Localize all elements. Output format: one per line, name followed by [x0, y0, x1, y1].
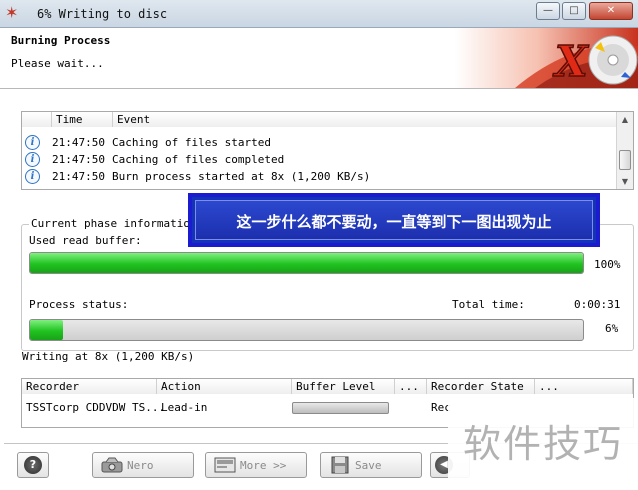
buffer-label: Used read buffer:	[29, 234, 142, 247]
window-title: 6% Writing to disc	[37, 7, 168, 21]
nero-logo: X	[455, 28, 638, 88]
info-icon: i	[25, 152, 40, 167]
info-icon: i	[25, 169, 40, 184]
phase-group-label: Current phase information	[29, 217, 199, 230]
rec-header-state[interactable]: Recorder State	[427, 379, 535, 394]
more-options-icon	[214, 457, 236, 473]
status-line: Writing at 8x (1,200 KB/s)	[22, 350, 195, 363]
nero-button-label: Nero	[127, 459, 154, 472]
instruction-overlay: 这一步什么都不要动，一直等到下一图出现为止	[188, 193, 600, 247]
scroll-down-icon[interactable]: ▼	[617, 174, 633, 189]
scroll-thumb[interactable]	[619, 150, 631, 170]
buffer-progress-bar	[29, 252, 584, 274]
rec-header-recorder[interactable]: Recorder	[22, 379, 157, 394]
log-time: 21:47:50	[52, 170, 105, 183]
save-button-label: Save	[355, 459, 382, 472]
total-time-label: Total time:	[452, 298, 525, 311]
watermark: 软件技巧	[448, 398, 638, 490]
log-header-event[interactable]: Event	[113, 112, 617, 127]
scroll-up-icon[interactable]: ▲	[617, 112, 633, 127]
close-button[interactable]: ✕	[589, 2, 633, 20]
process-progress-bar	[29, 319, 584, 341]
maximize-icon: □	[569, 5, 579, 16]
nero-flame-icon: ✶	[5, 3, 19, 22]
log-event: Caching of files started	[112, 136, 271, 149]
nero-button[interactable]: Nero	[92, 452, 194, 478]
more-button-label: More >>	[240, 459, 287, 472]
log-event: Burn process started at 8x (1,200 KB/s)	[112, 170, 371, 183]
save-disk-icon	[331, 456, 349, 474]
process-percent: 6%	[605, 322, 619, 335]
window-title-bar[interactable]: ✶ 6% Writing to disc — □ ✕	[0, 0, 638, 28]
recorder-name: TSSTcorp CDDVDW TS...	[26, 401, 166, 414]
minimize-icon: —	[543, 5, 553, 16]
minimize-button[interactable]: —	[536, 2, 560, 20]
event-log[interactable]: Time Event i 21:47:50 Caching of files s…	[21, 111, 634, 190]
more-button[interactable]: More >>	[205, 452, 307, 478]
page-title: Burning Process	[11, 34, 111, 47]
buffer-progress-fill	[30, 253, 583, 273]
process-label: Process status:	[29, 298, 129, 311]
rec-header-action[interactable]: Action	[157, 379, 292, 394]
log-time: 21:47:50	[52, 153, 105, 166]
help-button[interactable]: ?	[17, 452, 49, 478]
close-icon: ✕	[606, 5, 616, 16]
log-time: 21:47:50	[52, 136, 105, 149]
nero-icon	[101, 457, 123, 473]
logo-letter: X	[552, 37, 589, 86]
recorder-action: Lead-in	[161, 401, 208, 414]
header-banner: Burning Process Please wait... X	[0, 28, 638, 89]
rec-header-more[interactable]: ...	[395, 379, 427, 394]
process-progress-fill	[30, 320, 64, 340]
log-header-blank	[22, 112, 52, 127]
rec-header-more-2[interactable]: ...	[535, 379, 633, 394]
overlay-note: 这一步什么都不要动，一直等到下一图出现为止	[236, 213, 552, 231]
rec-header-buffer[interactable]: Buffer Level	[292, 379, 395, 394]
total-time-value: 0:00:31	[574, 298, 621, 311]
recorder-buffer-bar	[292, 402, 389, 414]
help-icon: ?	[24, 456, 42, 474]
log-header-time[interactable]: Time	[52, 112, 113, 127]
save-button[interactable]: Save	[320, 452, 422, 478]
info-icon: i	[25, 135, 40, 150]
page-subtitle: Please wait...	[11, 57, 104, 70]
maximize-button[interactable]: □	[562, 2, 586, 20]
buffer-percent: 100%	[594, 258, 621, 271]
log-scrollbar[interactable]: ▲ ▼	[616, 112, 633, 189]
log-event: Caching of files completed	[112, 153, 285, 166]
